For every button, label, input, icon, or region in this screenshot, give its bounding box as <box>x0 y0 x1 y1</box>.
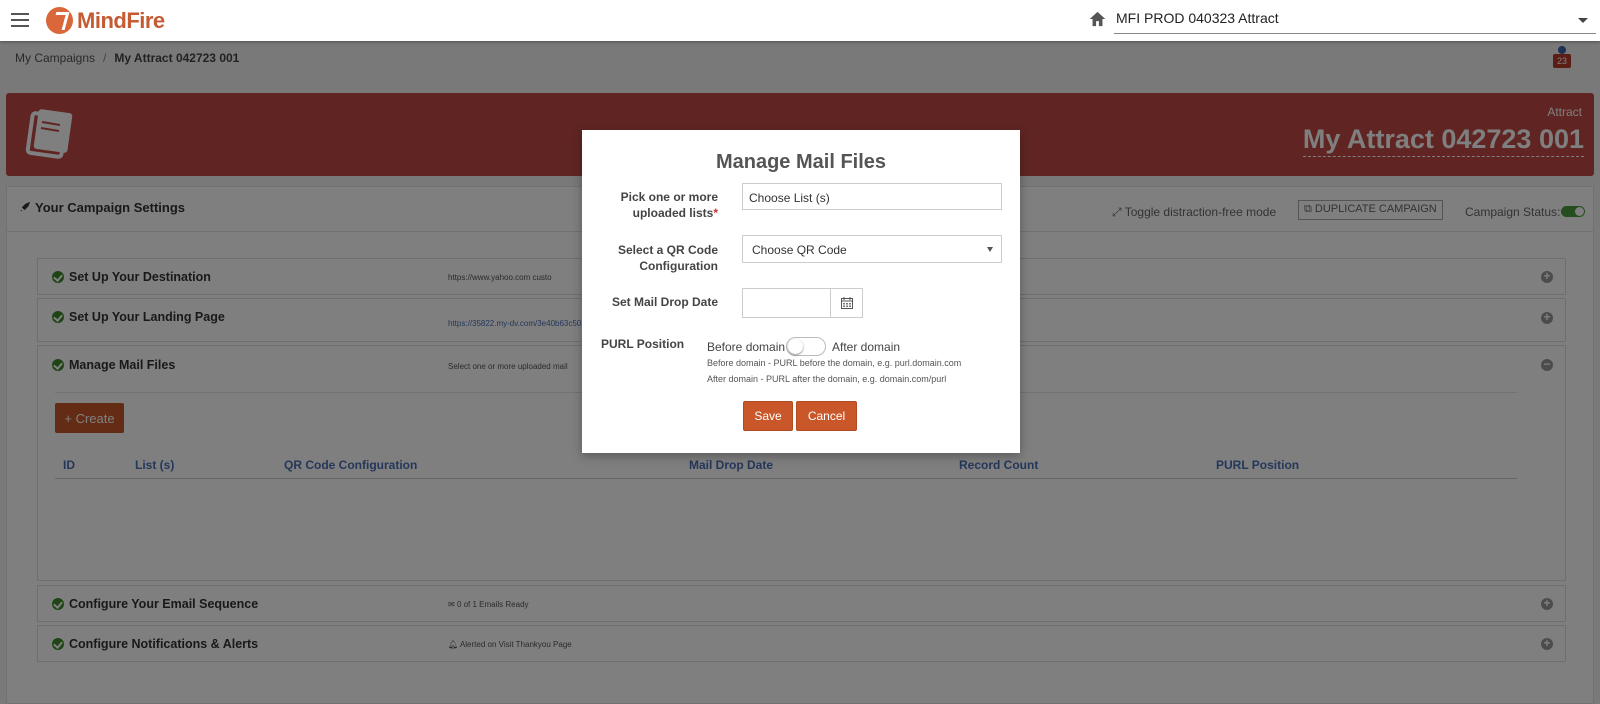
qr-label-line2: Configuration <box>639 259 718 273</box>
lists-label: Pick one or more uploaded lists* <box>600 189 718 221</box>
purl-after-label: After domain <box>832 340 901 354</box>
account-select[interactable]: MFI PROD 040323 Attract <box>1114 6 1596 34</box>
drop-date-label: Set Mail Drop Date <box>611 295 718 309</box>
save-button[interactable]: Save <box>743 401 793 431</box>
manage-mail-files-modal: Manage Mail Files Pick one or more uploa… <box>582 130 1020 453</box>
chevron-down-icon <box>987 247 993 252</box>
lists-select[interactable]: Choose List (s) <box>742 183 1002 210</box>
mail-drop-date-input[interactable] <box>742 288 831 318</box>
menu-icon[interactable] <box>11 13 29 27</box>
lists-select-value: Choose List (s) <box>749 191 830 205</box>
chevron-down-icon <box>1578 18 1588 23</box>
qr-label-line1: Select a QR Code <box>617 243 718 257</box>
purl-help-after: After domain - PURL after the domain, e.… <box>707 374 947 384</box>
cancel-button[interactable]: Cancel <box>796 401 857 431</box>
calendar-icon <box>841 297 853 309</box>
purl-before-label: Before domain <box>707 340 786 354</box>
top-bar: MindFire MFI PROD 040323 Attract <box>0 0 1600 41</box>
purl-position-toggle[interactable] <box>786 337 826 356</box>
qr-code-select[interactable]: Choose QR Code <box>742 235 1002 263</box>
purl-help-before: Before domain - PURL before the domain, … <box>707 358 962 368</box>
purl-position-label: PURL Position <box>601 337 685 351</box>
calendar-button[interactable] <box>830 288 863 318</box>
app-logo[interactable]: MindFire <box>46 7 165 34</box>
home-icon[interactable] <box>1089 11 1106 27</box>
lists-label-line2: uploaded lists <box>632 206 714 220</box>
logo-mark-icon <box>46 7 73 34</box>
required-mark: * <box>713 206 718 220</box>
modal-title: Manage Mail Files <box>715 151 887 173</box>
logo-text: MindFire <box>77 7 165 33</box>
lists-label-line1: Pick one or more <box>620 190 718 204</box>
account-select-value: MFI PROD 040323 Attract <box>1116 10 1279 26</box>
qr-label: Select a QR Code Configuration <box>600 242 718 274</box>
qr-code-select-value: Choose QR Code <box>752 243 847 257</box>
